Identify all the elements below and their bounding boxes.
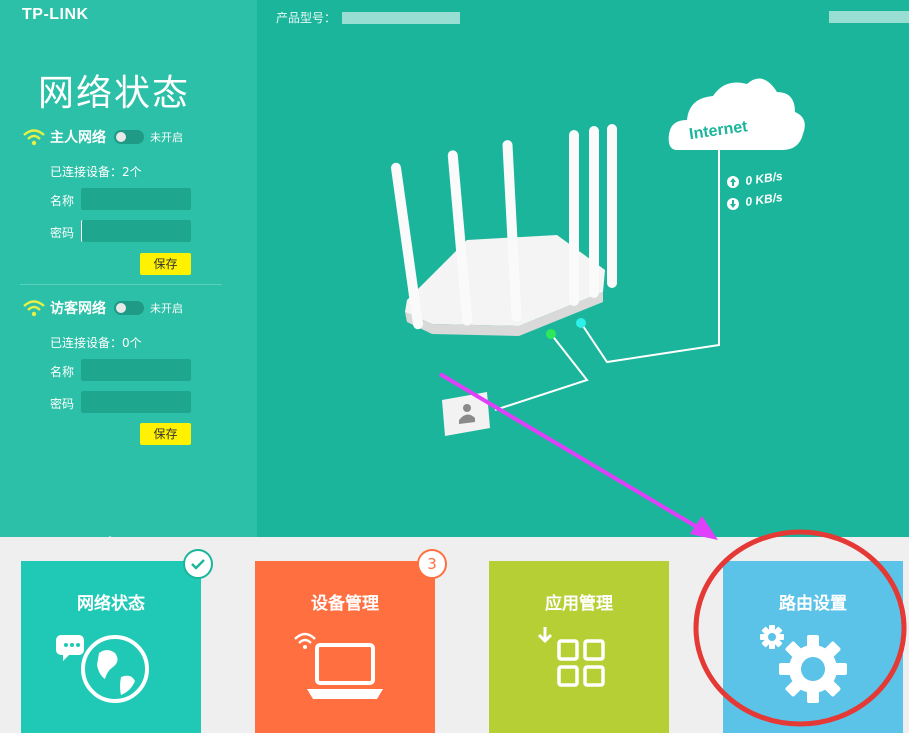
globe-icon <box>56 635 149 703</box>
top-area: TP-LINK 网络状态 主人网络 未开启 已连接设备：2个 名称 密码 保存 <box>0 0 909 537</box>
guest-password-label: 密码 <box>50 397 75 411</box>
tile-router-settings[interactable]: 路由设置 <box>723 561 903 733</box>
check-icon <box>191 559 205 570</box>
guest-network-title: 访客网络 <box>50 301 106 317</box>
host-network-status: 未开启 <box>150 131 183 144</box>
guest-connected-count: 已连接设备：0个 <box>50 336 142 350</box>
guest-network-header: 访客网络 未开启 <box>22 297 222 319</box>
connected-device[interactable] <box>442 392 490 436</box>
tile-app-management[interactable]: 应用管理 <box>489 561 669 733</box>
download-speed: 0 KB/s <box>727 190 784 210</box>
tile-network-status[interactable]: 网络状态 <box>21 561 201 733</box>
tile-device-management[interactable]: 设备管理 <box>255 561 435 733</box>
tile-network-status-label: 网络状态 <box>77 594 145 614</box>
host-password-label: 密码 <box>50 226 75 240</box>
page-title: 网络状态 <box>38 73 191 114</box>
guest-save-button[interactable]: 保存 <box>140 423 191 445</box>
selected-tile-pointer <box>98 536 122 546</box>
guest-name-label: 名称 <box>50 365 75 379</box>
apps-grid-icon <box>537 627 605 687</box>
download-speed-text: 0 KB/s <box>744 190 783 209</box>
router-image[interactable] <box>390 124 617 336</box>
upload-speed: 0 KB/s <box>727 169 784 188</box>
selected-check-badge <box>183 549 213 579</box>
host-name-input[interactable] <box>81 188 191 210</box>
tile-app-management-label: 应用管理 <box>545 594 613 614</box>
host-save-button[interactable]: 保存 <box>140 253 191 275</box>
upload-speed-text: 0 KB/s <box>744 169 783 188</box>
network-topology-diagram: Internet 0 KB/s 0 KB/s <box>390 78 805 436</box>
guest-network-status: 未开启 <box>150 302 183 315</box>
wifi-icon <box>23 129 45 146</box>
tp-link-logo[interactable]: TP-LINK <box>22 6 89 24</box>
laptop-icon <box>294 632 383 699</box>
wifi-icon <box>23 300 45 317</box>
host-name-label: 名称 <box>50 194 75 208</box>
tile-router-settings-label: 路由设置 <box>779 594 847 614</box>
device-count-badge: 3 <box>417 549 447 579</box>
host-network-title: 主人网络 <box>50 130 106 146</box>
host-password-input[interactable] <box>81 220 191 242</box>
status-panel: TP-LINK 网络状态 主人网络 未开启 已连接设备：2个 名称 密码 保存 <box>0 0 257 537</box>
tile-device-management-label: 设备管理 <box>311 594 379 614</box>
internet-cloud[interactable]: Internet <box>668 78 805 150</box>
host-network-header: 主人网络 未开启 <box>22 126 222 148</box>
guest-name-input[interactable] <box>81 359 191 381</box>
gear-icon <box>760 625 847 703</box>
host-network-toggle[interactable] <box>114 130 144 144</box>
guest-password-input[interactable] <box>81 391 191 413</box>
host-connected-count: 已连接设备：2个 <box>50 165 142 179</box>
guest-network-toggle[interactable] <box>114 301 144 315</box>
divider <box>20 284 222 285</box>
